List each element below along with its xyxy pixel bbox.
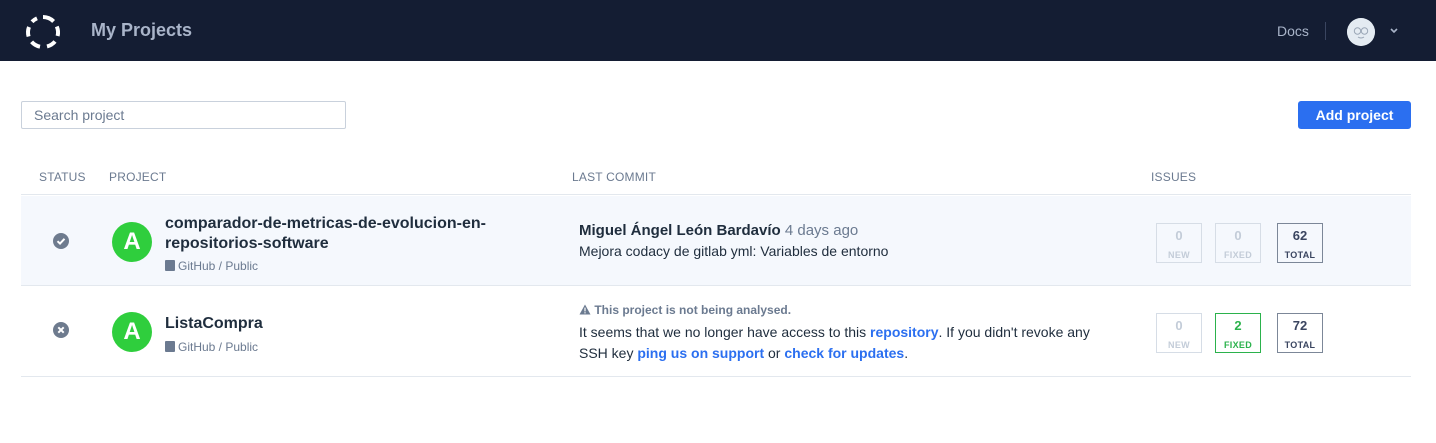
project-meta: GitHub / Public <box>165 259 258 273</box>
page-title: My Projects <box>91 20 193 40</box>
total-issues-label: TOTAL <box>1284 250 1316 260</box>
grade-badge: A <box>112 222 152 262</box>
warning-text-part: It seems that we no longer have access t… <box>579 324 871 340</box>
nav-divider <box>1325 22 1326 40</box>
warning-text-part: . <box>904 345 909 361</box>
new-issues-count: 0 <box>1175 228 1183 243</box>
analysis-warning-text: It seems that we no longer have access t… <box>579 322 1119 364</box>
project-name-link[interactable]: ListaCompra <box>165 314 525 334</box>
commit-author: Miguel Ángel León Bardavío 4 days ago <box>579 222 858 239</box>
warning-icon <box>579 304 591 315</box>
commit-message: Mejora codacy de gitlab yml: Variables d… <box>579 243 889 259</box>
commit-author-name: Miguel Ángel León Bardavío <box>579 222 781 239</box>
support-link[interactable]: ping us on support <box>637 345 764 361</box>
table-row[interactable]: A comparador-de-metricas-de-evolucion-en… <box>21 196 1411 286</box>
project-meta: GitHub / Public <box>165 340 258 354</box>
new-issues-label: NEW <box>1168 340 1190 350</box>
check-updates-link[interactable]: check for updates <box>784 345 904 361</box>
new-issues-label: NEW <box>1168 250 1190 260</box>
top-navigation-bar: My Projects Docs <box>0 0 1436 61</box>
repository-link[interactable]: repository <box>870 324 938 340</box>
book-icon <box>165 260 175 271</box>
search-input[interactable] <box>21 101 346 129</box>
fixed-issues-label: FIXED <box>1223 340 1252 350</box>
user-avatar-icon[interactable] <box>1347 18 1375 46</box>
header-divider <box>21 194 1411 195</box>
total-issues-count: 62 <box>1292 228 1308 243</box>
project-provider: GitHub / Public <box>178 340 259 354</box>
avatar-face-icon <box>1347 18 1375 46</box>
new-issues-box[interactable]: 0 NEW <box>1156 223 1202 263</box>
new-issues-count: 0 <box>1175 318 1183 333</box>
warning-title-text: This project is not being analysed. <box>594 303 792 317</box>
fixed-issues-label: FIXED <box>1223 250 1252 260</box>
total-issues-box[interactable]: 62 TOTAL <box>1277 223 1323 263</box>
column-header-last-commit: LAST COMMIT <box>572 170 656 184</box>
total-issues-label: TOTAL <box>1284 340 1316 350</box>
column-header-status: STATUS <box>39 170 86 184</box>
docs-link[interactable]: Docs <box>1277 23 1309 39</box>
new-issues-box[interactable]: 0 NEW <box>1156 313 1202 353</box>
check-circle-icon <box>53 233 69 249</box>
fixed-issues-box[interactable]: 0 FIXED <box>1215 223 1261 263</box>
codacy-logo-icon[interactable] <box>25 14 61 50</box>
warning-text-part: or <box>764 345 785 361</box>
commit-time: 4 days ago <box>784 222 859 239</box>
fixed-issues-count: 2 <box>1234 318 1242 333</box>
fixed-issues-box[interactable]: 2 FIXED <box>1215 313 1261 353</box>
fixed-issues-count: 0 <box>1234 228 1242 243</box>
project-provider: GitHub / Public <box>178 259 259 273</box>
table-row[interactable]: A ListaCompra GitHub / Public This proje… <box>21 286 1411 377</box>
column-header-project: PROJECT <box>109 170 167 184</box>
total-issues-box[interactable]: 72 TOTAL <box>1277 313 1323 353</box>
chevron-down-icon[interactable] <box>1388 26 1400 36</box>
analysis-warning-title: This project is not being analysed. <box>579 303 791 317</box>
add-project-button[interactable]: Add project <box>1298 101 1411 129</box>
book-icon <box>165 341 175 352</box>
total-issues-count: 72 <box>1292 318 1308 333</box>
x-circle-icon <box>53 322 69 338</box>
grade-badge: A <box>112 312 152 352</box>
project-name-link[interactable]: comparador-de-metricas-de-evolucion-en-r… <box>165 214 525 254</box>
column-header-issues: ISSUES <box>1151 170 1197 184</box>
